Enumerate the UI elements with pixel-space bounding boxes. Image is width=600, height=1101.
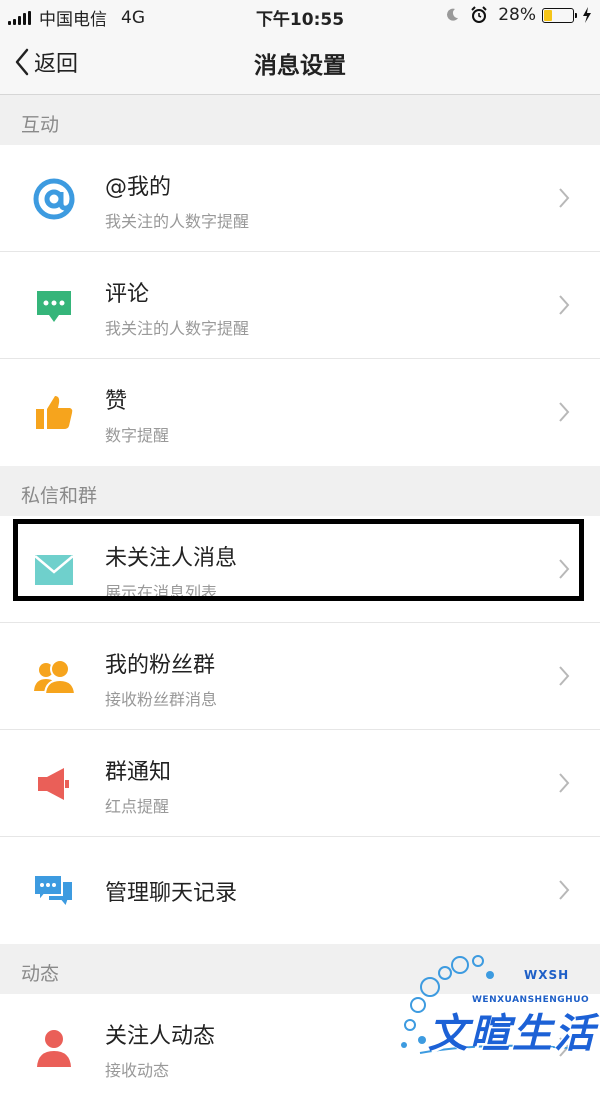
row-subtitle: 红点提醒 xyxy=(105,797,170,816)
charging-bolt-icon xyxy=(583,7,591,23)
setting-row-manage-chat-history[interactable]: 管理聊天记录 xyxy=(0,837,600,944)
setting-row-likes[interactable]: 赞 数字提醒 xyxy=(0,359,600,466)
setting-row-mentions[interactable]: @我的 我关注的人数字提醒 xyxy=(0,145,600,252)
watermark-tag: WXSH xyxy=(524,968,570,982)
setting-row-fan-groups[interactable]: 我的粉丝群 接收粉丝群消息 xyxy=(0,623,600,730)
navigation-bar: 返回 消息设置 xyxy=(0,32,600,95)
row-title: 评论 xyxy=(105,282,150,307)
group-icon xyxy=(30,653,78,701)
section-title: 动态 xyxy=(21,963,60,985)
chevron-right-icon xyxy=(559,880,570,900)
status-bar: 中国电信 4G 下午10:55 28% xyxy=(0,0,600,32)
row-subtitle: 接收粉丝群消息 xyxy=(105,690,218,709)
row-subtitle: 接收动态 xyxy=(105,1061,170,1080)
row-title: 管理聊天记录 xyxy=(105,881,238,906)
page-title: 消息设置 xyxy=(254,53,346,79)
chevron-right-icon xyxy=(559,402,570,422)
battery-percent: 28% xyxy=(498,5,536,25)
chevron-right-icon xyxy=(559,666,570,686)
status-right: 28% xyxy=(444,5,592,25)
highlight-frame xyxy=(13,519,584,601)
comment-icon xyxy=(30,282,78,330)
chevron-right-icon xyxy=(559,773,570,793)
alarm-clock-icon xyxy=(471,6,487,23)
section-header-interaction: 互动 xyxy=(0,95,600,145)
row-subtitle: 我关注的人数字提醒 xyxy=(105,212,250,231)
row-title: 赞 xyxy=(105,389,128,414)
row-subtitle: 数字提醒 xyxy=(105,426,170,445)
chevron-right-icon xyxy=(559,295,570,315)
battery-icon xyxy=(542,7,577,23)
chat-bubbles-icon xyxy=(30,867,78,915)
section-header-messages-groups: 私信和群 xyxy=(0,466,600,516)
row-title: @我的 xyxy=(105,175,172,200)
setting-row-comments[interactable]: 评论 我关注的人数字提醒 xyxy=(0,252,600,359)
row-title: 关注人动态 xyxy=(105,1024,216,1049)
watermark-logo: WXSH WENXUANSHENGHUO 文暄生活 xyxy=(390,945,600,1067)
moon-icon xyxy=(447,8,459,21)
section-title: 私信和群 xyxy=(21,485,98,507)
section-title: 互动 xyxy=(21,114,60,136)
setting-row-group-notices[interactable]: 群通知 红点提醒 xyxy=(0,730,600,837)
thumbs-up-icon xyxy=(30,389,78,437)
row-title: 我的粉丝群 xyxy=(105,653,216,678)
row-subtitle: 我关注的人数字提醒 xyxy=(105,319,250,338)
row-title: 群通知 xyxy=(105,760,172,785)
megaphone-icon xyxy=(30,760,78,808)
chevron-right-icon xyxy=(559,188,570,208)
at-icon xyxy=(30,175,78,223)
watermark-text: 文暄生活 xyxy=(428,1011,596,1057)
person-icon xyxy=(30,1024,78,1072)
